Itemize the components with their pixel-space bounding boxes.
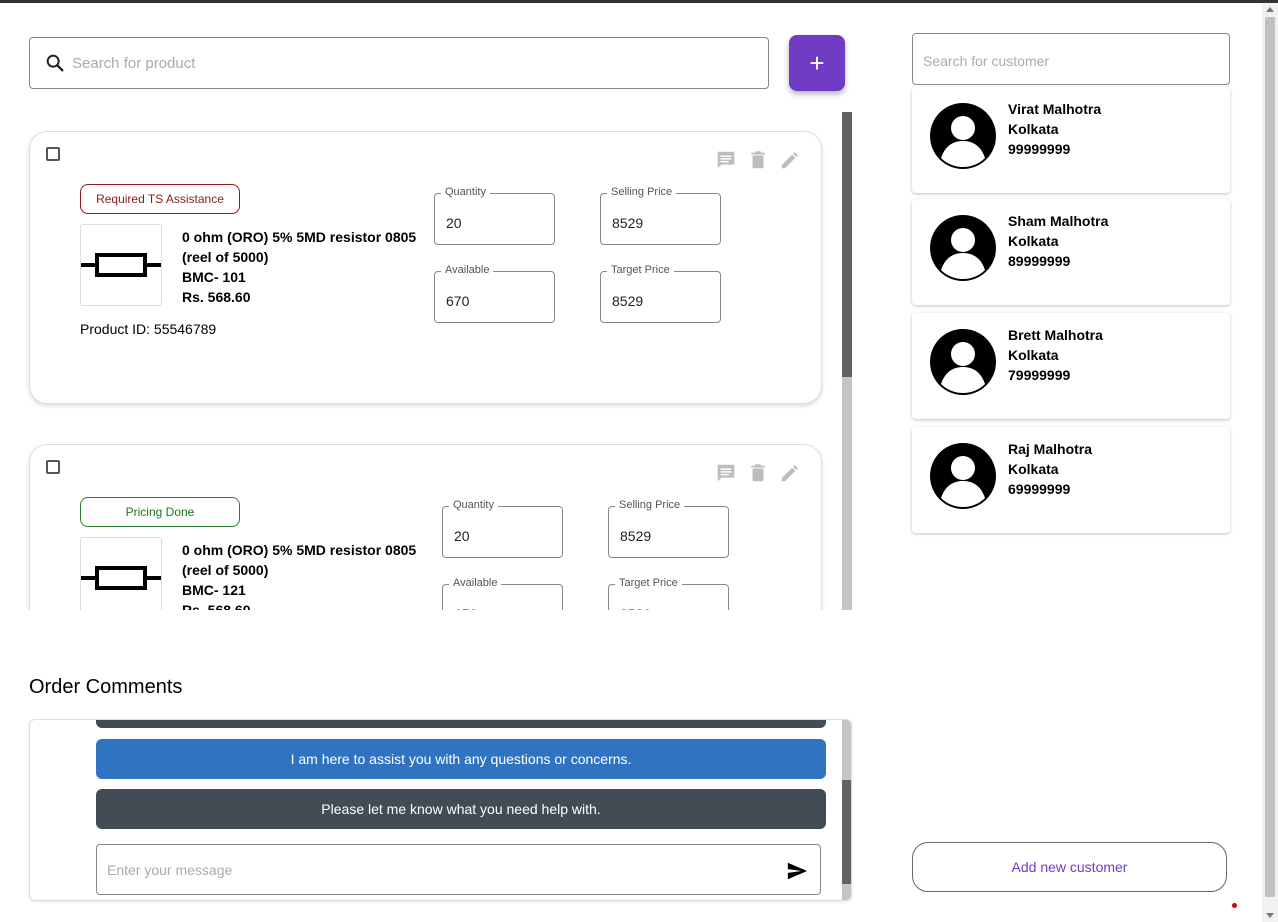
product-info: 0 ohm (ORO) 5% 5MD resistor 0805 (reel o… bbox=[182, 540, 422, 610]
product-card: Required TS Assistance 0 ohm (ORO) 5% 5M… bbox=[29, 131, 822, 404]
edit-icon[interactable] bbox=[779, 462, 801, 484]
customer-phone: 99999999 bbox=[1008, 141, 1071, 157]
customer-city: Kolkata bbox=[1008, 347, 1059, 363]
customer-city: Kolkata bbox=[1008, 461, 1059, 477]
product-name: 0 ohm (ORO) 5% 5MD resistor 0805 (reel o… bbox=[182, 229, 417, 265]
indicator-dot bbox=[1232, 903, 1237, 908]
resistor-icon bbox=[81, 566, 161, 590]
product-price: Rs. 568.60 bbox=[182, 289, 251, 305]
product-search-input[interactable] bbox=[72, 54, 732, 72]
customer-name: Virat Malhotra bbox=[1008, 101, 1102, 117]
customer-city: Kolkata bbox=[1008, 233, 1059, 249]
comment-bubble: Please let me know what you need help wi… bbox=[96, 789, 826, 829]
product-image bbox=[80, 537, 162, 610]
customer-search-box[interactable] bbox=[912, 33, 1230, 85]
customer-card[interactable]: Sham Malhotra Kolkata 89999999 bbox=[912, 199, 1230, 305]
comments-scroll-thumb[interactable] bbox=[842, 780, 851, 884]
target-price-field[interactable]: Target Price 8529 bbox=[600, 264, 721, 323]
add-customer-button[interactable]: Add new customer bbox=[912, 842, 1227, 892]
send-icon[interactable] bbox=[786, 860, 808, 882]
customer-card[interactable]: Virat Malhotra Kolkata 99999999 bbox=[912, 87, 1230, 193]
message-input[interactable] bbox=[107, 862, 767, 878]
avatar-icon bbox=[929, 102, 997, 170]
available-field[interactable]: Available 670 bbox=[442, 577, 563, 610]
selling-price-field[interactable]: Selling Price 8529 bbox=[608, 499, 729, 558]
product-select-checkbox[interactable] bbox=[46, 460, 60, 474]
product-price: Rs. 568.60 bbox=[182, 602, 251, 610]
product-list: Required TS Assistance 0 ohm (ORO) 5% 5M… bbox=[0, 112, 852, 610]
product-code: BMC- 101 bbox=[182, 269, 246, 285]
customer-name: Sham Malhotra bbox=[1008, 213, 1109, 229]
customer-card[interactable]: Brett Malhotra Kolkata 79999999 bbox=[912, 313, 1230, 419]
avatar-icon bbox=[929, 328, 997, 396]
customer-phone: 69999999 bbox=[1008, 481, 1071, 497]
product-code: BMC- 121 bbox=[182, 582, 246, 598]
customer-card[interactable]: Raj Malhotra Kolkata 69999999 bbox=[912, 427, 1230, 533]
comment-bubble: I am here to assist you with any questio… bbox=[96, 739, 826, 779]
product-search-box[interactable] bbox=[29, 37, 769, 89]
customer-name: Raj Malhotra bbox=[1008, 441, 1093, 457]
scroll-up-arrow-icon[interactable] bbox=[1266, 7, 1274, 12]
available-field[interactable]: Available 670 bbox=[434, 264, 555, 323]
customer-name: Brett Malhotra bbox=[1008, 327, 1103, 343]
customer-city: Kolkata bbox=[1008, 121, 1059, 137]
status-badge: Required TS Assistance bbox=[80, 184, 240, 214]
comment-icon[interactable] bbox=[715, 462, 737, 484]
status-badge: Pricing Done bbox=[80, 497, 240, 527]
target-price-field[interactable]: Target Price 8529 bbox=[608, 577, 729, 610]
resistor-icon bbox=[81, 253, 161, 277]
product-id: Product ID: 55546789 bbox=[80, 321, 217, 337]
customer-phone: 79999999 bbox=[1008, 367, 1071, 383]
comment-icon[interactable] bbox=[715, 149, 737, 171]
product-info: 0 ohm (ORO) 5% 5MD resistor 0805 (reel o… bbox=[182, 227, 422, 307]
customer-search-input[interactable] bbox=[923, 53, 1213, 69]
avatar-icon bbox=[929, 442, 997, 510]
order-comments-title: Order Comments bbox=[29, 676, 183, 698]
avatar-icon bbox=[929, 214, 997, 282]
customer-phone: 89999999 bbox=[1008, 253, 1071, 269]
add-product-button[interactable]: + bbox=[789, 35, 845, 91]
quantity-field[interactable]: Quantity 20 bbox=[434, 186, 555, 245]
product-list-scroll-thumb[interactable] bbox=[842, 112, 852, 377]
search-icon bbox=[44, 52, 66, 74]
page-scroll-thumb[interactable] bbox=[1265, 17, 1275, 897]
selling-price-field[interactable]: Selling Price 8529 bbox=[600, 186, 721, 245]
product-image bbox=[80, 224, 162, 306]
delete-icon[interactable] bbox=[747, 462, 769, 484]
edit-icon[interactable] bbox=[779, 149, 801, 171]
page-scrollbar[interactable] bbox=[1262, 3, 1278, 922]
message-input-box[interactable] bbox=[96, 844, 821, 895]
scroll-down-arrow-icon[interactable] bbox=[1266, 913, 1274, 918]
product-card: Pricing Done 0 ohm (ORO) 5% 5MD resistor… bbox=[29, 444, 822, 610]
product-name: 0 ohm (ORO) 5% 5MD resistor 0805 (reel o… bbox=[182, 542, 417, 578]
order-comments-panel: I am here to assist you with any questio… bbox=[29, 719, 852, 901]
quantity-field[interactable]: Quantity 20 bbox=[442, 499, 563, 558]
comment-bubble bbox=[96, 720, 826, 728]
product-select-checkbox[interactable] bbox=[46, 147, 60, 161]
delete-icon[interactable] bbox=[747, 149, 769, 171]
window-top-border bbox=[0, 0, 1278, 3]
